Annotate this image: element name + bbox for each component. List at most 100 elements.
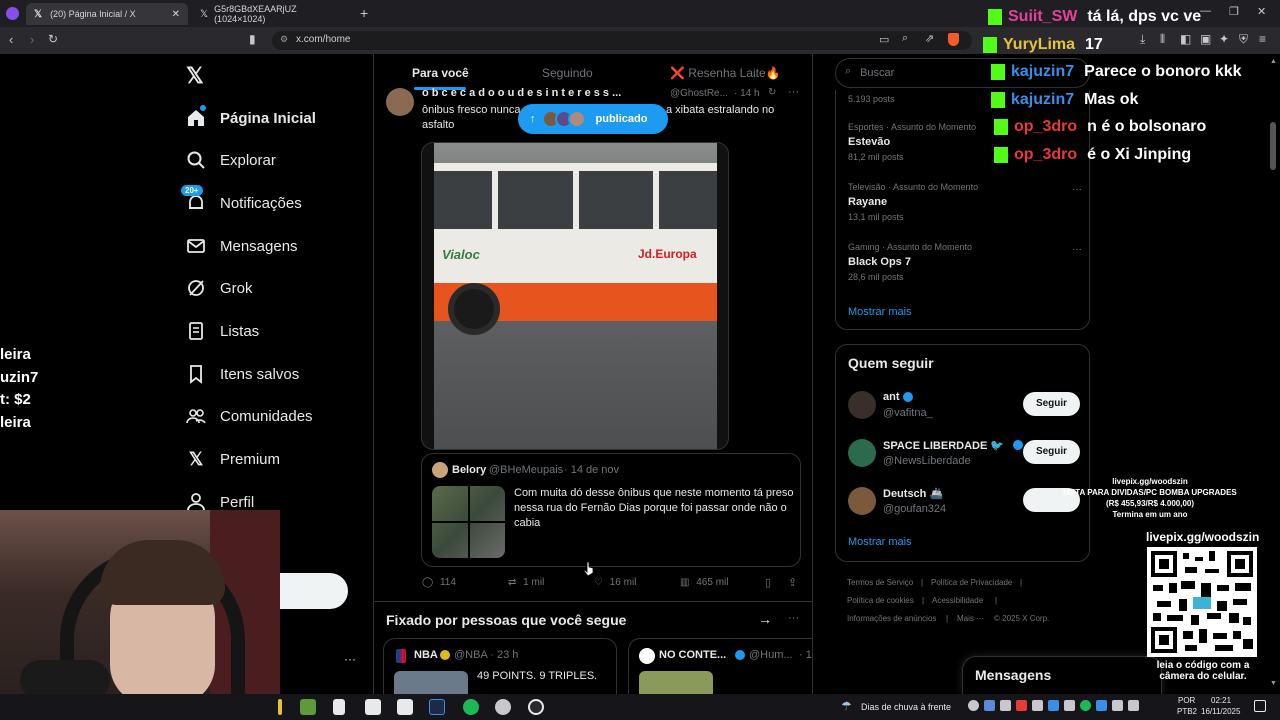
taskbar-app-icon[interactable]	[278, 699, 282, 715]
post-handle[interactable]: @GhostRe...	[670, 88, 728, 99]
arrow-right-icon[interactable]: →	[758, 611, 772, 627]
scroll-up-icon[interactable]: ▲	[1270, 58, 1277, 65]
obs-icon[interactable]	[528, 699, 544, 715]
sidebar-item-communities[interactable]: Comunidades	[186, 399, 313, 433]
follow-button[interactable]: Seguir	[1023, 440, 1080, 464]
pinned-more-icon[interactable]: ···	[788, 612, 799, 624]
footer-ads-info[interactable]: Informações de anúncios	[847, 614, 936, 623]
grok-icon[interactable]: ↻	[768, 87, 776, 98]
sidebar-item-explore[interactable]: Explorar	[186, 143, 276, 177]
account-more-icon[interactable]: ···	[344, 652, 356, 666]
page-scrollbar[interactable]	[1270, 122, 1276, 170]
close-window-icon[interactable]: ✕	[1257, 5, 1266, 18]
menu-icon[interactable]: ≡	[1259, 32, 1266, 46]
trend-more-icon[interactable]: ···	[1072, 184, 1082, 195]
weather-icon[interactable]: ☂	[841, 699, 852, 713]
avatar[interactable]	[386, 88, 414, 116]
site-info-icon[interactable]: ⚙	[280, 34, 288, 45]
sidebar-item-lists[interactable]: Listas	[186, 314, 259, 348]
pinned-card-nba[interactable]: NBA @NBA · 23 h 49 POINTS. 9 TRIPLES.	[383, 638, 617, 694]
post-more-icon[interactable]: ···	[788, 86, 799, 98]
weather-text[interactable]: Dias de chuva à frente	[861, 702, 951, 712]
footer-more[interactable]: Mais ···	[957, 614, 984, 623]
nba-logo-icon	[396, 649, 406, 663]
post-button[interactable]	[274, 573, 348, 609]
footer-sep: |	[922, 596, 925, 605]
reload-icon[interactable]: ↻	[48, 32, 58, 46]
spotify-icon[interactable]	[463, 699, 479, 715]
post-author[interactable]: o b c e c a d o o u d e s i n t e r e s …	[422, 87, 621, 99]
back-icon[interactable]: ‹	[9, 32, 13, 47]
new-posts-pill[interactable]: ↑ publicado	[518, 104, 668, 134]
close-tab-icon[interactable]: ✕	[172, 9, 180, 20]
trend-item[interactable]: Gaming · Assunto do Momento Black Ops 7 …	[848, 242, 1082, 282]
like-button[interactable]: ♡ 16 mil	[594, 577, 636, 588]
ai-icon[interactable]: ✦	[1219, 32, 1229, 46]
file-icon[interactable]	[333, 699, 345, 715]
sidebar-toggle-icon[interactable]: ◧	[1180, 32, 1191, 46]
x-logo-icon[interactable]: 𝕏	[186, 63, 204, 89]
sidebar-item-premium[interactable]: 𝕏 Premium	[186, 442, 280, 476]
tab-home[interactable]: 𝕏 (20) Página Inicial / X ✕	[26, 3, 188, 25]
tab-list-resenha[interactable]: ❌ Resenha Laite🔥	[670, 66, 781, 80]
follow-button[interactable]: Seguir	[1023, 392, 1080, 416]
sidebar-item-messages[interactable]: Mensagens	[186, 229, 298, 263]
share-post-icon[interactable]: ⇪	[788, 576, 797, 589]
vegas-icon[interactable]	[429, 699, 445, 715]
views-button[interactable]: ▥ 465 mil	[680, 577, 728, 588]
zoom-icon[interactable]: ⌕	[902, 32, 908, 45]
reply-button[interactable]: ◯ 114	[422, 577, 456, 588]
repost-icon: ⇄	[508, 577, 517, 588]
quote-card[interactable]: Belory @BHeMeupais · 14 de nov Com muita…	[421, 453, 801, 567]
wallet-icon[interactable]: ▣	[1200, 32, 1211, 46]
scroll-down-icon[interactable]: ▼	[1270, 680, 1277, 687]
screen-icon[interactable]: ▭	[879, 33, 889, 46]
minecraft-icon[interactable]	[300, 699, 316, 715]
footer-terms[interactable]: Termos de Serviço	[847, 578, 913, 587]
sidebar-item-notifications[interactable]: Notificações 20+	[181, 185, 302, 220]
pinned-card-nocontext[interactable]: NO CONTE... @Hum... · 14	[628, 638, 812, 694]
minimize-icon[interactable]: —	[1200, 5, 1211, 17]
url-field[interactable]: ⚙ x.com/home	[272, 31, 972, 50]
tab-following[interactable]: Seguindo	[542, 66, 593, 80]
language-indicator[interactable]: POR	[1178, 696, 1195, 705]
clock-time[interactable]: 02:21	[1211, 696, 1231, 705]
discord-icon[interactable]	[495, 699, 511, 715]
capcut-icon[interactable]	[365, 699, 381, 715]
trend-item[interactable]: Televisão · Assunto do Momento Rayane 13…	[848, 182, 1082, 222]
download-icon[interactable]: ⤓	[1140, 32, 1145, 47]
show-more-link[interactable]: Mostrar mais	[848, 536, 912, 548]
bookmark-icon[interactable]: ▮	[249, 32, 256, 46]
messages-drawer[interactable]: Mensagens	[962, 656, 1162, 694]
tab-for-you[interactable]: Para você	[412, 66, 469, 80]
notification-center-icon[interactable]	[1254, 700, 1266, 712]
new-tab-icon[interactable]: +	[360, 5, 368, 21]
vpn-icon[interactable]: ⛨	[1239, 32, 1248, 47]
library-icon[interactable]: ⫴	[1160, 32, 1165, 47]
browser-logo-icon[interactable]	[6, 7, 19, 20]
tab-image[interactable]: 𝕏 G5r8GBdXEAARjUZ (1024×1024)	[192, 3, 354, 25]
trend-count: 13,1 mil posts	[848, 212, 904, 222]
show-more-link[interactable]: Mostrar mais	[848, 306, 912, 318]
sidebar-item-home[interactable]: Página Inicial	[186, 101, 316, 135]
repost-button[interactable]: ⇄ 1 mil	[508, 577, 544, 588]
footer-cookies[interactable]: Política de cookies	[847, 596, 914, 605]
post-video[interactable]: Vialoc Jd.Europa	[421, 142, 729, 450]
sidebar-item-bookmarks[interactable]: Itens salvos	[186, 357, 299, 391]
keyboard-layout[interactable]: PTB2	[1177, 707, 1197, 716]
search-icon	[186, 150, 206, 170]
bookmark-post-icon[interactable]: ▯	[765, 576, 771, 589]
restore-icon[interactable]: ❐	[1229, 5, 1239, 18]
clock-date[interactable]: 16/11/2025	[1201, 707, 1240, 716]
forward-icon[interactable]: ›	[30, 32, 34, 47]
chat-user: op_3dro	[1014, 118, 1078, 135]
brave-shield-icon[interactable]	[948, 33, 959, 46]
footer-privacy[interactable]: Política de Privacidade	[931, 578, 1012, 587]
trend-more-icon[interactable]: ···	[1072, 244, 1082, 255]
sidebar-item-grok[interactable]: Grok	[186, 271, 253, 305]
capcut-alt-icon[interactable]	[397, 699, 413, 715]
chat-text: Mas ok	[1084, 91, 1139, 108]
tray-icons[interactable]	[968, 700, 1158, 714]
footer-accessibility[interactable]: Acessibilidade	[932, 596, 983, 605]
share-icon[interactable]: ⇗	[925, 32, 934, 45]
